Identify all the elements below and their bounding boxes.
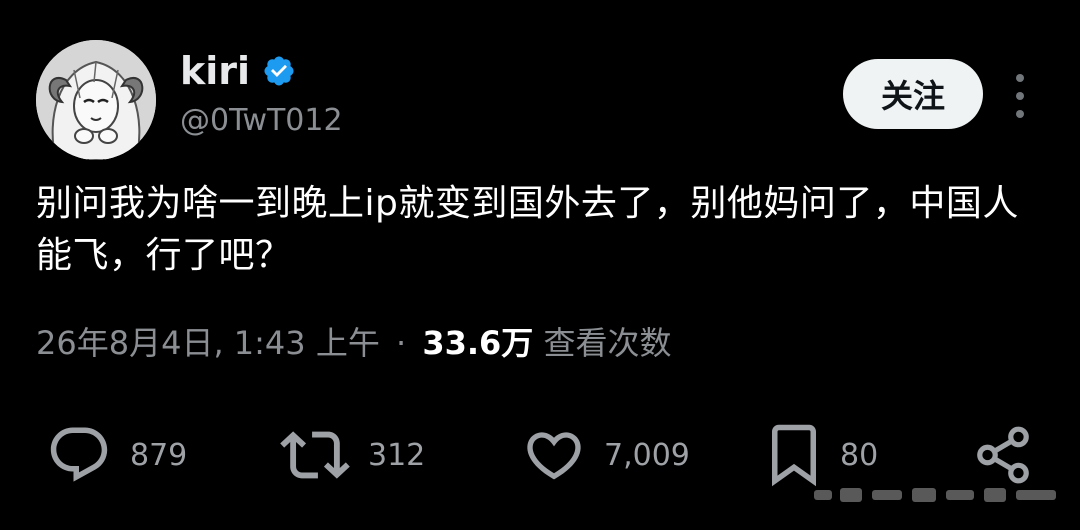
retweet-button[interactable]: 312 [280,420,425,490]
follow-button[interactable]: 关注 [843,59,983,129]
avatar[interactable] [36,40,156,160]
tweet-timestamp[interactable]: 26年8月4日, 1:43 上午 [36,324,380,362]
like-button[interactable]: 7,009 [522,420,690,490]
reply-button[interactable]: 879 [46,420,187,490]
bookmark-count: 80 [840,437,879,473]
user-name-row: kiri [180,46,296,96]
verified-badge-icon [264,56,294,86]
retweet-icon [280,431,350,479]
watermark [812,480,1062,510]
views-label: 查看次数 [543,324,672,362]
more-dot [1016,92,1024,100]
more-dot [1016,110,1024,118]
share-icon [977,426,1029,484]
more-vertical-icon[interactable] [1008,74,1032,118]
reply-count: 879 [130,437,188,473]
like-count: 7,009 [604,437,690,473]
user-handle[interactable]: @0TwT012 [180,104,343,137]
views-count: 33.6万 [422,324,534,362]
retweet-count: 312 [368,437,426,473]
watermark-pattern [814,488,1056,502]
meta-separator: · [396,324,407,362]
bookmark-icon [772,424,816,487]
reply-icon [50,427,108,482]
tweet-text: 别问我为啥一到晚上ip就变到国外去了，别他妈问了，中国人能飞，行了吧？ [36,183,1019,276]
avatar-illustration [36,40,156,160]
tweet-meta: 26年8月4日, 1:43 上午 · 33.6万 查看次数 [36,318,672,368]
heart-icon [527,432,581,480]
more-dot [1016,74,1024,82]
display-name[interactable]: kiri [180,52,250,90]
